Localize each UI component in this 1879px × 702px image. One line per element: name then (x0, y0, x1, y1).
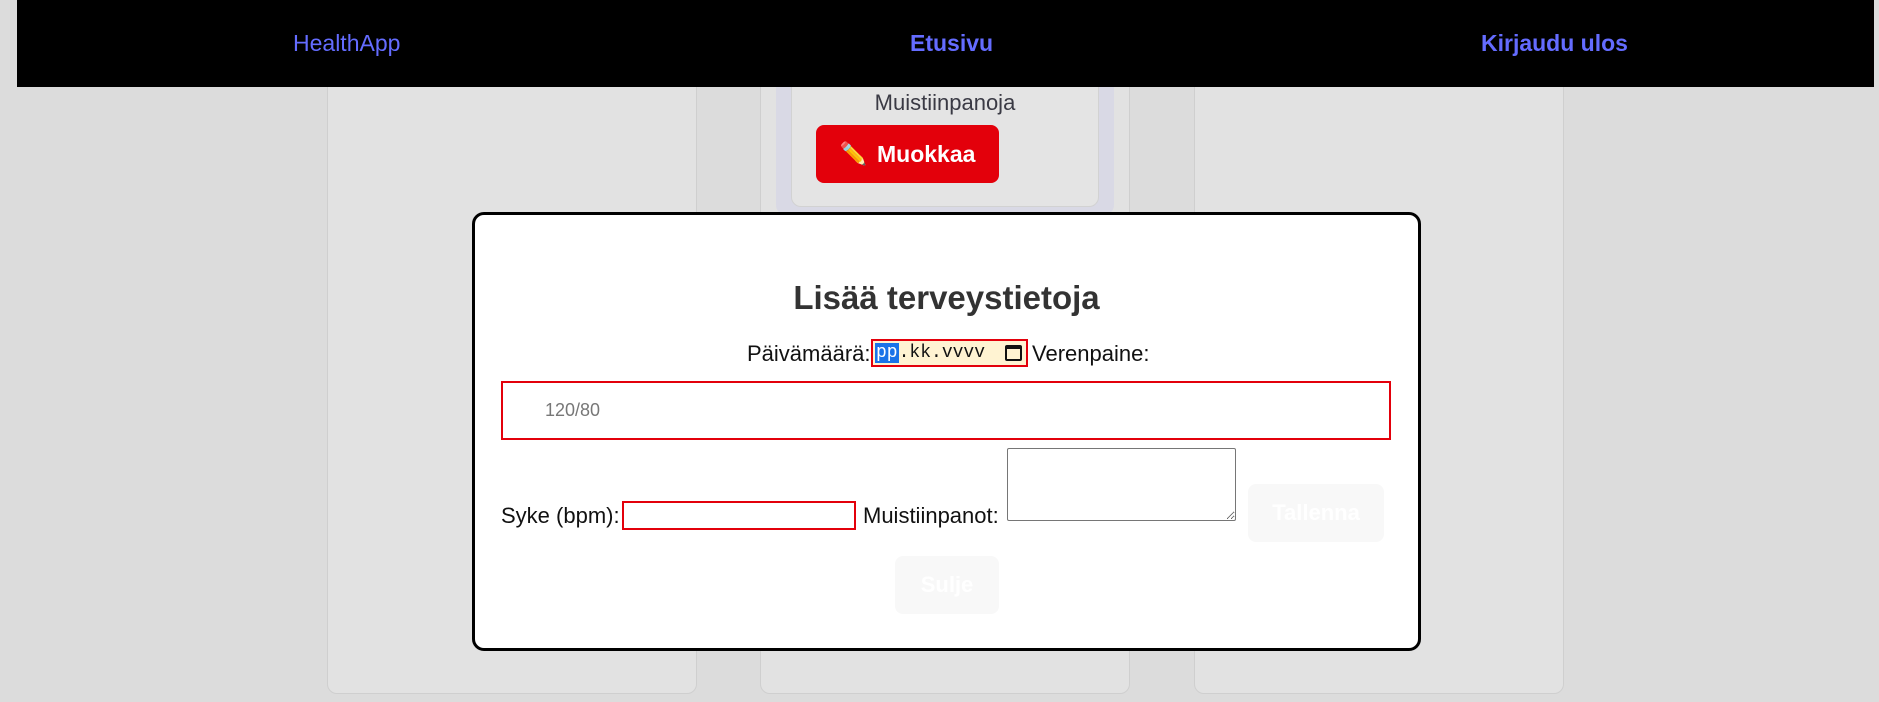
notes-textarea[interactable] (1007, 448, 1236, 521)
logout-link[interactable]: Kirjaudu ulos (1481, 29, 1628, 57)
date-input[interactable]: pp .kk.vvvv (871, 339, 1028, 367)
blood-pressure-input[interactable] (501, 381, 1391, 440)
modal-title: Lisää terveystietoja (793, 279, 1100, 316)
pencil-icon: ✏️ (839, 141, 867, 166)
brand-link[interactable]: HealthApp (293, 29, 400, 57)
home-link[interactable]: Etusivu (910, 29, 993, 57)
edit-button-label: Muokkaa (876, 140, 976, 167)
blood-pressure-label: Verenpaine: (1032, 341, 1150, 366)
entry-notes-label: Muistiinpanoja (874, 90, 1016, 115)
calendar-icon[interactable] (1005, 345, 1022, 361)
close-button[interactable]: Sulje (895, 556, 999, 614)
add-health-data-modal: Lisää terveystietoja Päivämäärä: pp .kk.v… (472, 212, 1421, 651)
edit-button[interactable]: ✏️ Muokkaa (816, 125, 999, 183)
date-label: Päivämäärä: (747, 341, 871, 366)
date-rest-segment[interactable]: .kk.vvvv (899, 343, 985, 363)
save-button[interactable]: Tallenna (1248, 484, 1384, 542)
top-navbar: HealthApp Etusivu Kirjaudu ulos (17, 0, 1874, 87)
date-day-segment[interactable]: pp (875, 343, 899, 363)
heart-rate-input[interactable] (622, 501, 856, 530)
notes-label: Muistiinpanot: (863, 503, 999, 528)
heart-rate-label: Syke (bpm): (501, 503, 620, 528)
